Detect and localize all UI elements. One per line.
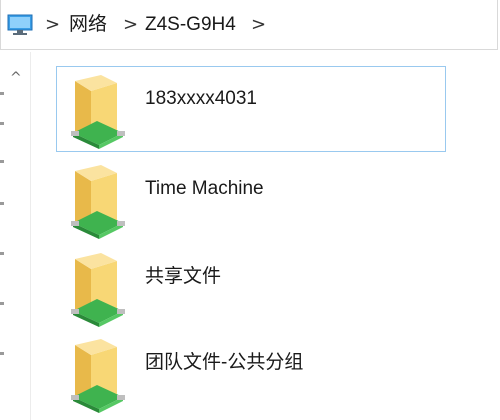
item-label: 183xxxx4031	[145, 88, 257, 109]
share-item-time-machine[interactable]: Time Machine	[56, 156, 446, 242]
network-share-folder-icon	[71, 339, 125, 413]
nav-tick	[0, 352, 4, 355]
breadcrumb-host[interactable]: Z4S-G9H4	[145, 12, 236, 38]
address-bar[interactable]: > 网络 > Z4S-G9H4 >	[0, 0, 498, 50]
share-item-team-files[interactable]: 团队文件-公共分组	[56, 330, 446, 416]
nav-tick	[0, 160, 4, 163]
share-item-shared-files[interactable]: 共享文件	[56, 244, 446, 330]
item-label: 团队文件-公共分组	[145, 352, 304, 373]
network-share-folder-icon	[71, 75, 125, 149]
breadcrumb-separator[interactable]: >	[123, 14, 138, 36]
explorer-window: > 网络 > Z4S-G9H4 > ^ 183xxxx4031 Time Mac…	[0, 0, 500, 420]
breadcrumb-separator[interactable]: >	[45, 14, 60, 36]
nav-tick	[0, 202, 4, 205]
item-label: Time Machine	[145, 178, 264, 199]
nav-tick	[0, 92, 4, 95]
nav-tick	[0, 302, 4, 305]
share-item-183xxxx4031[interactable]: 183xxxx4031	[56, 66, 446, 152]
navigation-pane[interactable]: ^	[0, 52, 31, 420]
this-pc-icon[interactable]	[7, 14, 33, 36]
network-share-folder-icon	[71, 253, 125, 327]
breadcrumb-network[interactable]: 网络	[69, 12, 107, 38]
item-label: 共享文件	[145, 266, 222, 287]
network-share-folder-icon	[71, 165, 125, 239]
chevron-up-icon[interactable]: ^	[10, 70, 22, 86]
breadcrumb-separator[interactable]: >	[251, 14, 266, 36]
nav-tick	[0, 122, 4, 125]
nav-tick	[0, 252, 4, 255]
